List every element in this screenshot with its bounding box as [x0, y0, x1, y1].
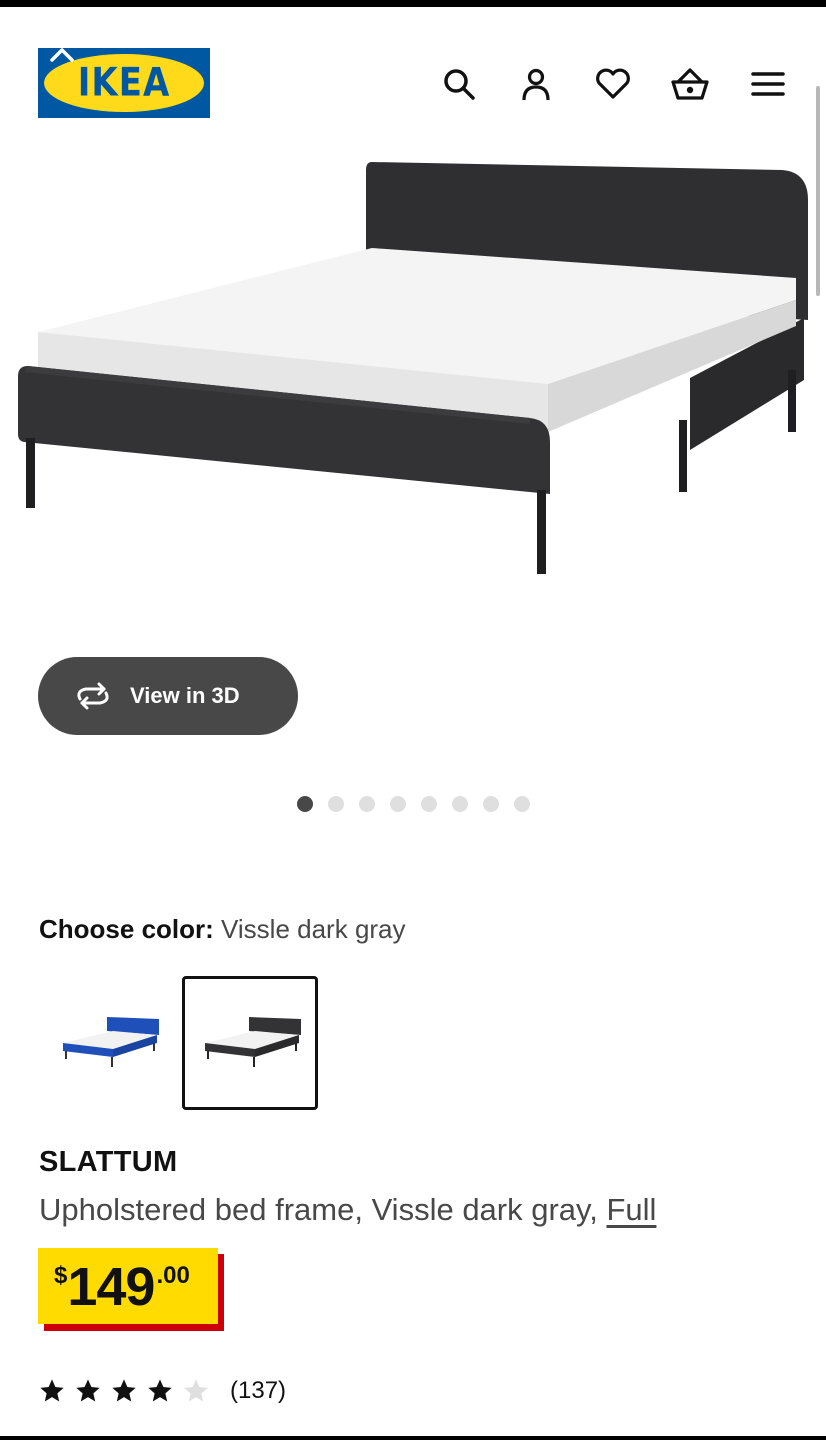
carousel-dot[interactable] [483, 796, 499, 812]
menu-button[interactable] [746, 60, 790, 108]
product-image-bed[interactable] [0, 150, 826, 590]
account-button[interactable] [514, 60, 558, 108]
star-empty-icon [184, 1379, 208, 1402]
color-option-blue[interactable] [40, 976, 176, 1110]
view-in-3d-label: View in 3D [130, 683, 240, 708]
choose-color-value: Vissle dark gray [221, 914, 406, 944]
header-icons [0, 60, 826, 108]
star-filled-icon [76, 1379, 100, 1402]
product-description-text: Upholstered bed frame, Vissle dark gray, [39, 1192, 598, 1227]
bottom-edge [0, 1436, 826, 1440]
size-link[interactable]: Full [606, 1192, 656, 1227]
star-filled-icon [148, 1379, 172, 1402]
star-filled-icon [40, 1379, 64, 1402]
color-option-dark-gray[interactable] [182, 976, 318, 1110]
account-icon [522, 68, 550, 101]
search-icon [444, 69, 475, 100]
carousel-dot[interactable] [390, 796, 406, 812]
price-tag: $ 149 .00 [38, 1248, 224, 1331]
carousel-dot[interactable] [328, 796, 344, 812]
heart-icon [596, 68, 630, 99]
basket-button[interactable] [668, 60, 712, 108]
review-count: (137) [230, 1377, 287, 1404]
menu-icon [751, 72, 785, 96]
bed-thumbnail-blue [63, 1017, 159, 1067]
rotate-3d-icon [77, 682, 109, 710]
carousel-dot[interactable] [514, 796, 530, 812]
carousel-dot[interactable] [297, 796, 313, 812]
status-bar [0, 0, 826, 7]
price-box: $ 149 .00 [38, 1248, 218, 1324]
price-currency: $ [54, 1262, 68, 1289]
view-in-3d-button[interactable]: View in 3D [38, 657, 298, 735]
product-description: Upholstered bed frame, Vissle dark gray,… [39, 1192, 656, 1228]
carousel-dots [297, 796, 530, 812]
choose-color: Choose color: Vissle dark gray [39, 914, 406, 945]
search-button[interactable] [437, 60, 481, 108]
carousel-dot[interactable] [421, 796, 437, 812]
price-decimal: .00 [156, 1262, 190, 1289]
bed-thumbnail-dark-gray [205, 1017, 301, 1067]
star-filled-icon [112, 1379, 136, 1402]
favorites-button[interactable] [591, 60, 635, 108]
rating[interactable]: (137) [38, 1374, 286, 1408]
choose-color-label: Choose color: [39, 914, 214, 944]
product-name: SLATTUM [39, 1146, 178, 1178]
price-integer: 149 [67, 1257, 155, 1317]
carousel-dot[interactable] [452, 796, 468, 812]
carousel-dot[interactable] [359, 796, 375, 812]
basket-icon [671, 68, 709, 100]
